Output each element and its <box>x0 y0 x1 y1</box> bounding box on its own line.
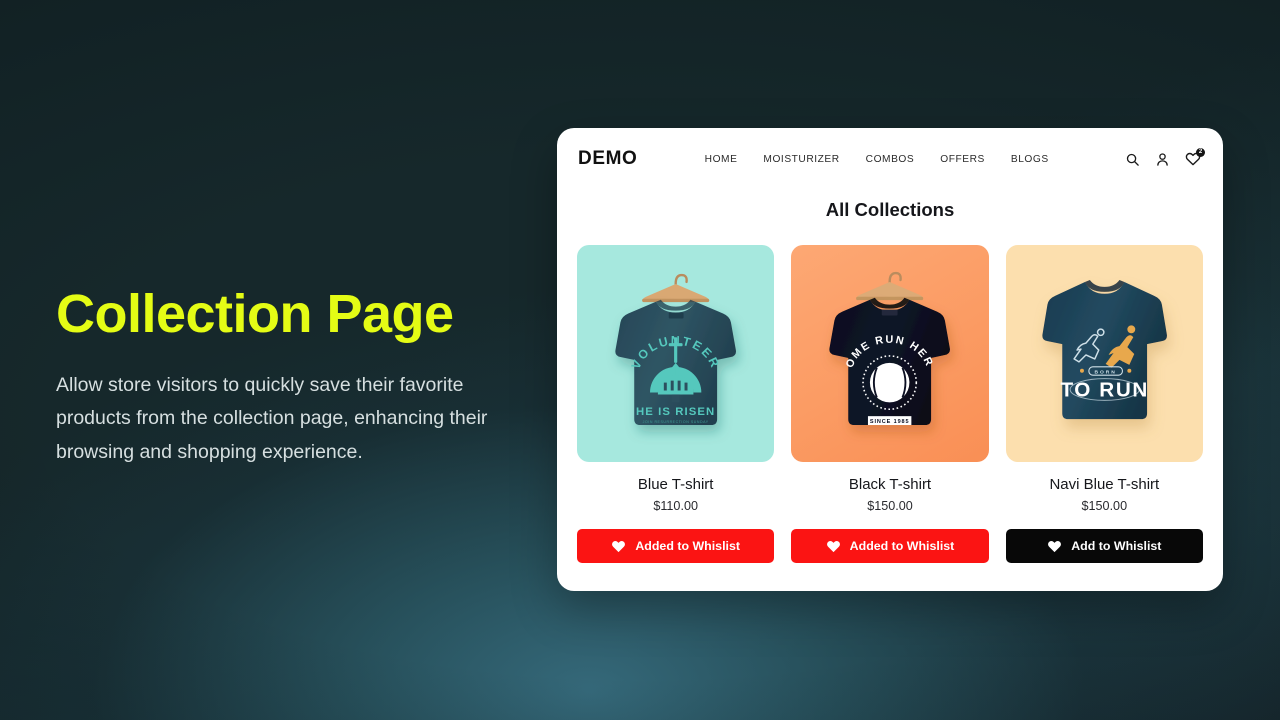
wishlist-button-label: Added to Whislist <box>635 539 740 553</box>
wishlist-button[interactable]: Add to Whislist <box>1005 529 1203 563</box>
main-navigation: HOME MOISTURIZER COMBOS OFFERS BLOGS <box>629 154 1124 165</box>
user-account-icon[interactable] <box>1154 151 1171 168</box>
svg-text:HE IS RISEN: HE IS RISEN <box>636 406 715 418</box>
heart-icon <box>1048 540 1062 552</box>
wishlist-heart-icon[interactable]: 2 <box>1184 147 1205 168</box>
nav-item-combos[interactable]: COMBOS <box>866 154 915 165</box>
store-preview-panel: DEMO HOME MOISTURIZER COMBOS OFFERS BLOG… <box>557 128 1223 591</box>
wishlist-button[interactable]: Added to Whislist <box>791 529 989 563</box>
collections-heading: All Collections <box>825 199 955 220</box>
tshirt-illustration: BORN TO RUN <box>1042 279 1167 420</box>
nav-item-moisturizer[interactable]: MOISTURIZER <box>763 154 839 165</box>
product-price: $150.00 <box>867 499 913 513</box>
heart-icon <box>826 540 840 552</box>
page-description: Allow store visitors to quickly save the… <box>56 373 488 463</box>
wishlist-button-label: Add to Whislist <box>1071 539 1162 553</box>
tshirt-illustration: HOME RUN HERO SINCE 1985 <box>791 245 951 425</box>
product-image-blue-tshirt[interactable]: VOLUNTEER <box>577 245 775 462</box>
product-image-black-tshirt[interactable]: HOME RUN HERO SINCE 1985 <box>791 245 989 462</box>
nav-item-home[interactable]: HOME <box>705 154 738 165</box>
wishlist-count-badge: 2 <box>1196 147 1205 157</box>
product-price: $150.00 <box>1081 499 1128 513</box>
tshirt-illustration: VOLUNTEER <box>615 273 736 426</box>
product-card[interactable]: VOLUNTEER <box>577 245 775 563</box>
svg-text:BORN: BORN <box>1094 369 1116 375</box>
svg-text:SINCE 1985: SINCE 1985 <box>870 419 910 425</box>
product-card[interactable]: HOME RUN HERO SINCE 1985 Black T-shirt $… <box>791 245 989 563</box>
page-title: Collection Page <box>56 284 454 344</box>
nav-item-offers[interactable]: OFFERS <box>940 154 985 165</box>
hero-copy: Collection Page Allow store visitors to … <box>56 286 526 469</box>
svg-text:JOIN RESURRECTION SUNDAY: JOIN RESURRECTION SUNDAY <box>643 420 709 424</box>
search-icon[interactable] <box>1124 151 1141 168</box>
header-icon-group: 2 <box>1124 147 1205 168</box>
heart-icon <box>612 540 626 552</box>
wishlist-button[interactable]: Added to Whislist <box>577 529 775 563</box>
nav-item-blogs[interactable]: BLOGS <box>1011 154 1049 165</box>
store-header: DEMO HOME MOISTURIZER COMBOS OFFERS BLOG… <box>557 128 1223 190</box>
product-name: Blue T-shirt <box>637 476 714 493</box>
product-grid: VOLUNTEER <box>557 221 1223 563</box>
product-name: Navi Blue T-shirt <box>1049 476 1160 493</box>
svg-text:TO RUN: TO RUN <box>1060 378 1148 401</box>
wishlist-button-label: Added to Whislist <box>849 539 955 553</box>
product-name: Black T-shirt <box>848 476 932 493</box>
product-image-navi-blue-tshirt[interactable]: BORN TO RUN <box>1005 245 1203 462</box>
product-card[interactable]: BORN TO RUN Navi Blue T-shirt $150.00 Ad… <box>1005 245 1203 563</box>
product-price: $110.00 <box>653 499 698 513</box>
